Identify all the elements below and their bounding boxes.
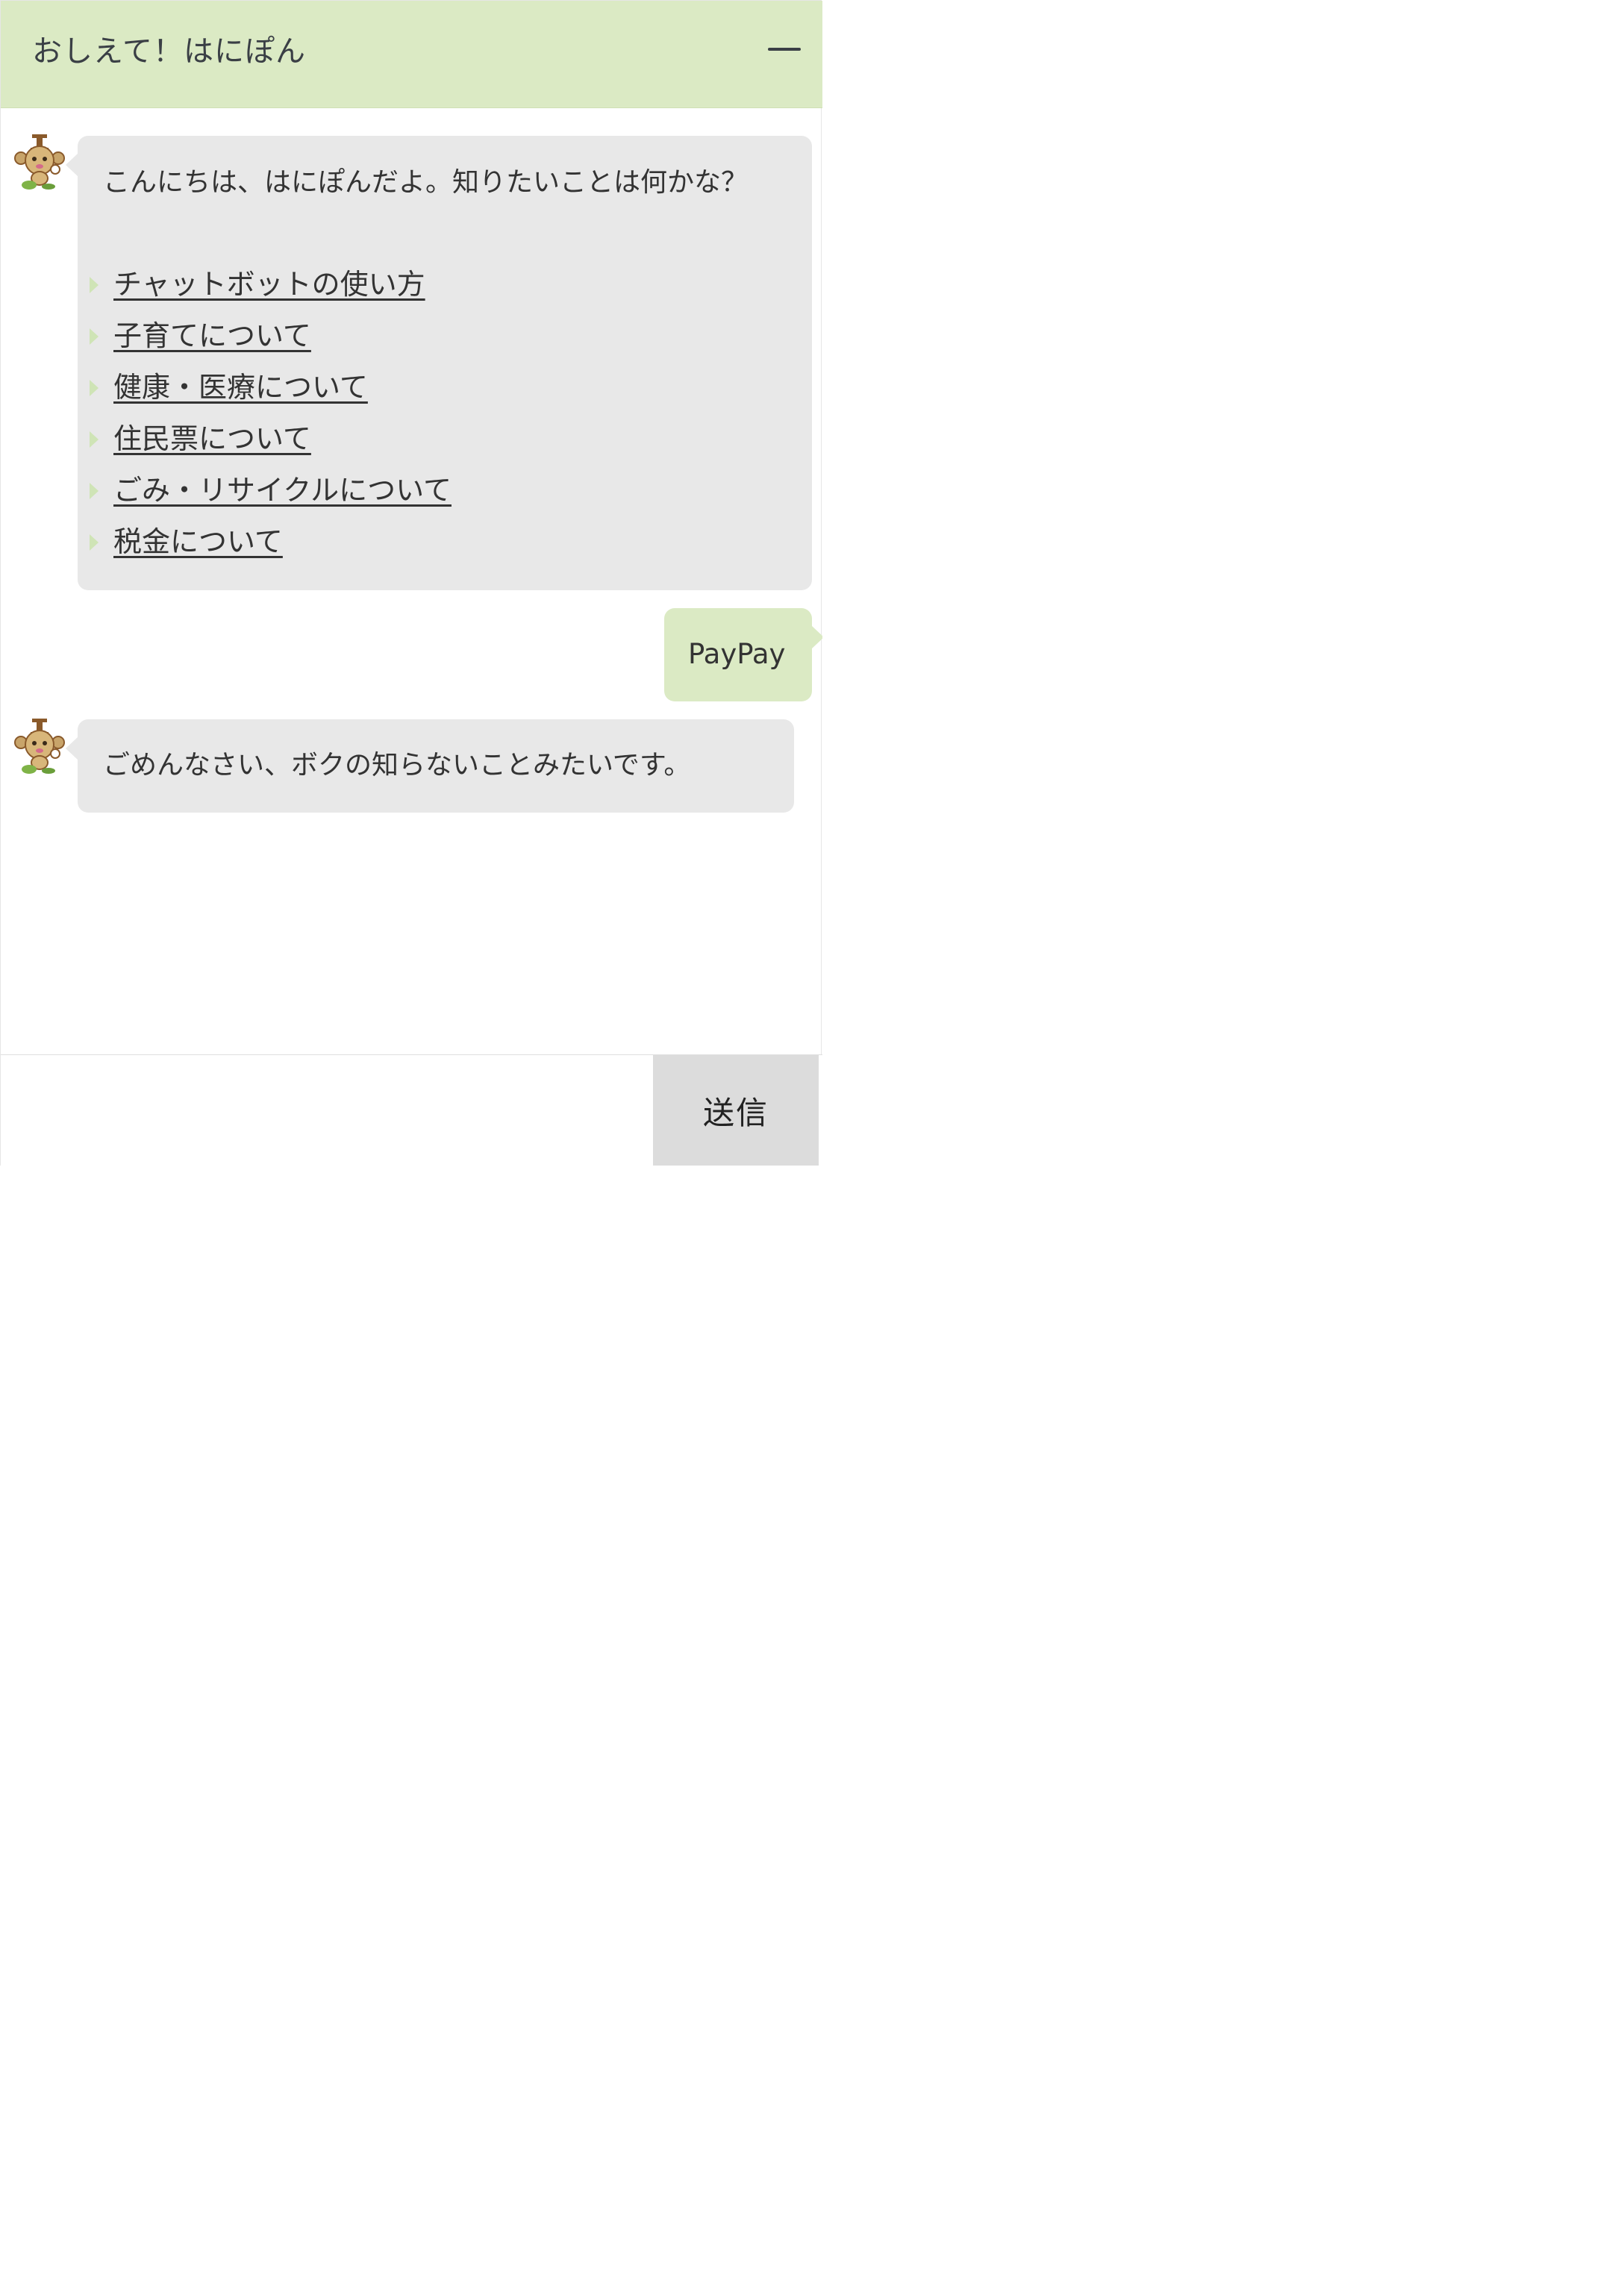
chat-input[interactable] [1,1055,653,1166]
triangle-right-icon [90,277,99,293]
bot-message-bubble: ごめんなさい、ボクの知らないことみたいです。 [66,719,794,813]
quick-link-label[interactable]: 子育てについて [113,317,311,354]
send-button[interactable]: 送信 [653,1055,819,1166]
minimize-button[interactable] [757,26,810,71]
chat-widget: おしえて！はにぽん こんにちは、はにぽんだよ。知りたいことは何かな？ チャットボ… [0,0,822,1166]
user-message-text: PayPay [688,638,786,670]
triangle-right-icon [90,483,99,499]
triangle-right-icon [90,380,99,396]
chat-header: おしえて！はにぽん [1,1,822,108]
triangle-right-icon [90,534,99,551]
quick-link-label[interactable]: 健康・医療について [113,369,368,406]
message-list[interactable]: こんにちは、はにぽんだよ。知りたいことは何かな？ チャットボットの使い方 子育て… [1,108,822,1054]
bot-message-bubble: こんにちは、はにぽんだよ。知りたいことは何かな？ チャットボットの使い方 子育て… [66,136,812,590]
quick-link-label[interactable]: ごみ・リサイクルについて [113,472,452,509]
bot-message-text: ごめんなさい、ボクの知らないことみたいです。 [103,750,691,781]
user-message-bubble: PayPay [664,608,822,701]
minimize-icon [768,48,801,51]
triangle-right-icon [90,328,99,345]
mascot-avatar-icon [14,718,65,775]
chat-input-area: 送信 [1,1054,822,1166]
triangle-right-icon [90,431,99,448]
quick-link-label[interactable]: 住民票について [113,420,311,457]
bot-message-text: こんにちは、はにぽんだよ。知りたいことは何かな？ [103,167,749,198]
quick-link-label[interactable]: 税金について [113,523,283,560]
chat-title: おしえて！はにぽん [32,34,306,69]
quick-link-label[interactable]: チャットボットの使い方 [113,266,425,303]
mascot-avatar-icon [14,134,65,190]
